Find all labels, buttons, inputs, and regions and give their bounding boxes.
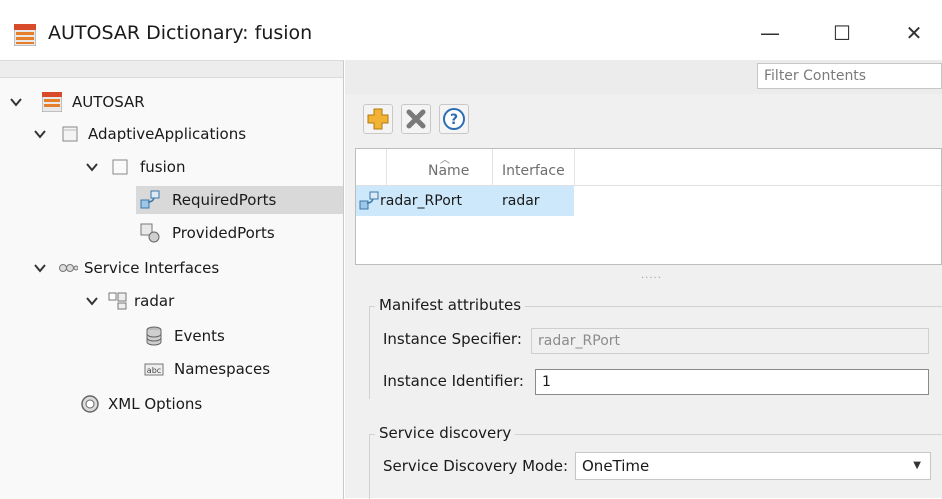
table-cell-name: radar_RPort (380, 193, 463, 209)
instance-identifier-field[interactable]: 1 (535, 369, 929, 395)
service-discovery-legend: Service discovery (375, 424, 516, 442)
ports-table: Name ︿ Interface radar_RPort radar (355, 148, 942, 265)
component-icon (112, 159, 128, 175)
delete-button[interactable] (401, 104, 431, 134)
service-interface-icon (108, 292, 127, 310)
tree-node-service-interfaces[interactable]: Service Interfaces (0, 254, 343, 282)
instance-specifier-field: radar_RPort (531, 328, 929, 354)
table-header: Name ︿ Interface (356, 149, 941, 186)
service-discovery-mode-value: OneTime (582, 457, 650, 475)
column-separator (574, 149, 575, 185)
dropdown-arrow-icon: ▼ (913, 460, 921, 471)
help-button[interactable]: ? (439, 104, 469, 134)
tree-node-events[interactable]: Events (136, 322, 343, 350)
properties-pane: Filter Contents ? Name ︿ Interface radar… (345, 60, 942, 499)
maximize-button[interactable]: ☐ (822, 18, 862, 48)
package-icon (62, 126, 78, 142)
delete-icon (406, 109, 426, 129)
chevron-down-icon[interactable] (8, 94, 24, 110)
window-title: AUTOSAR Dictionary: fusion (48, 22, 313, 44)
table-cell-interface: radar (502, 193, 540, 209)
filter-bar: Filter Contents (345, 60, 942, 94)
tree-node-provided-ports[interactable]: ProvidedPorts (136, 219, 343, 247)
tree-node-xml-options[interactable]: XML Options (0, 390, 343, 418)
tree-node-label: radar (134, 292, 175, 310)
tree-node-adaptive-applications[interactable]: AdaptiveApplications (0, 120, 343, 148)
provided-port-icon (140, 223, 160, 243)
autosar-icon (42, 92, 62, 112)
required-port-icon (140, 190, 160, 209)
autosar-tree-panel: AUTOSAR AdaptiveApplications fusion Requ… (0, 60, 344, 499)
tree-node-radar[interactable]: radar (0, 287, 343, 315)
tree-node-label: XML Options (108, 395, 203, 413)
tree-node-label: Namespaces (174, 360, 271, 378)
help-icon: ? (443, 108, 465, 130)
chevron-down-icon[interactable] (84, 293, 100, 309)
manifest-attributes-legend: Manifest attributes (375, 296, 526, 314)
column-header-interface[interactable]: Interface (502, 149, 565, 185)
instance-identifier-label: Instance Identifier: (383, 372, 524, 390)
autosar-app-icon (14, 24, 36, 46)
add-icon (367, 108, 389, 130)
tree-node-label: Events (174, 327, 225, 345)
table-row[interactable]: radar_RPort radar (356, 186, 574, 216)
instance-specifier-label: Instance Specifier: (383, 330, 522, 348)
add-button[interactable] (363, 104, 393, 134)
tree-node-required-ports[interactable]: RequiredPorts (136, 186, 343, 214)
close-button[interactable]: ✕ (894, 18, 934, 48)
abc-namespace-icon: abc (144, 363, 164, 376)
sort-ascending-icon: ︿ (440, 155, 450, 166)
chevron-down-icon[interactable] (84, 159, 100, 175)
service-discovery-mode-select[interactable]: OneTime ▼ (575, 452, 931, 480)
tree-node-namespaces[interactable]: abc Namespaces (136, 355, 343, 383)
column-separator (386, 149, 387, 185)
tree-node-label: ProvidedPorts (172, 224, 275, 242)
tree-node-label: AdaptiveApplications (88, 125, 247, 143)
svg-text:?: ? (450, 112, 458, 128)
tree-node-label: Service Interfaces (84, 259, 220, 277)
chevron-down-icon[interactable] (32, 260, 48, 276)
tree-node-autosar[interactable]: AUTOSAR (0, 88, 343, 116)
chevron-down-icon[interactable] (32, 126, 48, 142)
tree-node-fusion[interactable]: fusion (0, 153, 343, 181)
database-icon (146, 326, 162, 346)
window-titlebar: AUTOSAR Dictionary: fusion — ☐ ✕ (0, 0, 942, 58)
tree-header-strip (0, 61, 343, 78)
required-port-icon (359, 191, 379, 210)
gear-icon (81, 395, 99, 413)
service-discovery-mode-label: Service Discovery Mode: (383, 457, 569, 475)
pane-splitter-handle[interactable]: ..... (641, 270, 662, 281)
column-separator (492, 149, 493, 185)
service-interfaces-icon (59, 264, 78, 272)
minimize-button[interactable]: — (750, 18, 790, 48)
tree-node-label: AUTOSAR (72, 93, 145, 111)
filter-contents-input[interactable]: Filter Contents (757, 63, 942, 89)
tree-node-label: fusion (140, 158, 186, 176)
svg-text:abc: abc (147, 366, 161, 375)
tree-node-label: RequiredPorts (172, 191, 277, 209)
